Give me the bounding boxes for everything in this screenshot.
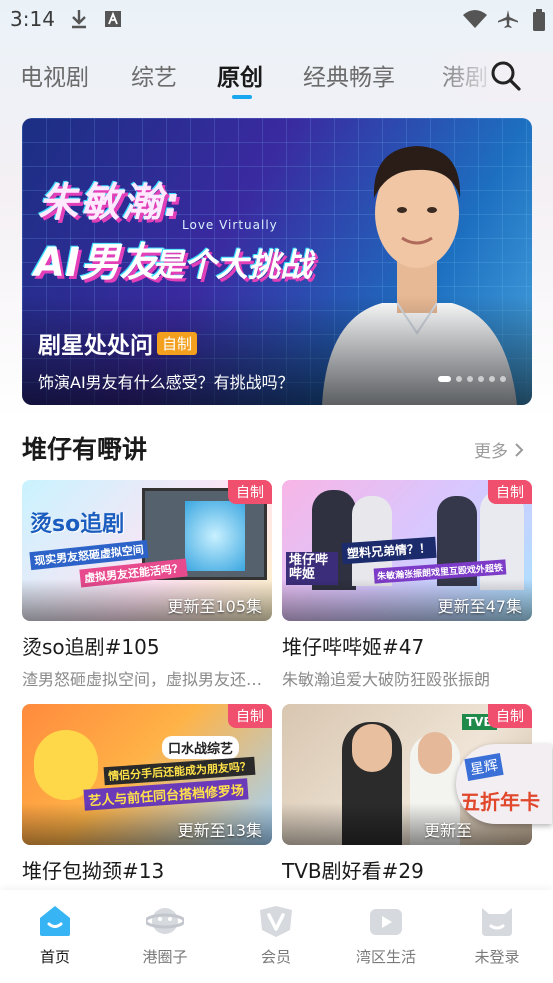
promo-line-1: 星辉 bbox=[464, 753, 504, 781]
pagination-dot[interactable] bbox=[478, 376, 484, 382]
search-button[interactable] bbox=[488, 58, 524, 94]
video-card[interactable]: 口水战综艺 情侣分手后还能成为朋友吗？ 艺人与前任同台搭档修罗场 自制 更新至1… bbox=[22, 704, 272, 890]
pagination-dot[interactable] bbox=[489, 376, 495, 382]
tab-tv-drama[interactable]: 电视剧 bbox=[20, 58, 89, 92]
self-made-badge: 自制 bbox=[488, 704, 532, 728]
nav-profile[interactable]: 未登录 bbox=[442, 890, 552, 983]
episode-count: 更新至47集 bbox=[437, 597, 522, 616]
card-title: TVB剧好看#29 bbox=[282, 859, 424, 883]
status-bar: 3:14 bbox=[0, 0, 553, 38]
card-title: 堆仔哔哔姬#47 bbox=[282, 635, 425, 659]
banner-headline-english: Love Virtually bbox=[182, 218, 278, 232]
self-made-badge: 自制 bbox=[488, 480, 532, 504]
thumbnail-person-face bbox=[352, 724, 392, 772]
active-tab-indicator bbox=[232, 95, 252, 99]
banner-headline-name: 朱敏瀚: bbox=[38, 180, 182, 226]
airplane-icon bbox=[497, 9, 519, 33]
nav-vip[interactable]: 会员 bbox=[221, 890, 331, 983]
home-icon bbox=[40, 906, 70, 936]
status-time: 3:14 bbox=[10, 7, 55, 31]
video-card[interactable]: 烫so追剧 现实男友怒砸虚拟空间 虚拟男友还能活吗？ 自制 更新至105集 烫s… bbox=[22, 480, 272, 690]
self-made-badge: 自制 bbox=[228, 480, 272, 504]
bottom-navigation: 首页 港圈子 会员 湾区生活 未登录 bbox=[0, 890, 553, 983]
card-thumbnail: 塑料兄弟情？！ 朱敏瀚张振朗戏里互殴戏外超铁 堆仔哔哔姬 自制 更新至47集 bbox=[282, 480, 532, 621]
download-icon bbox=[70, 9, 88, 33]
section-title: 堆仔有嘢讲 bbox=[22, 435, 148, 464]
tab-original[interactable]: 原创 bbox=[217, 58, 263, 92]
card-description: 朱敏瀚追爱大破防狂殴张振朗 bbox=[282, 670, 491, 689]
card-description: 渣男怒砸虚拟空间，虚拟男友还能活吗？ bbox=[22, 670, 272, 689]
nav-label: 港圈子 bbox=[142, 948, 188, 966]
banner-title: 剧星处处问 自制 bbox=[38, 326, 198, 360]
a-notification-icon bbox=[104, 9, 122, 33]
episode-count: 更新至 bbox=[424, 821, 473, 840]
thumbnail-effect bbox=[185, 501, 245, 571]
thumbnail-logo: 烫so追剧 bbox=[30, 512, 125, 537]
self-made-tag: 自制 bbox=[157, 331, 198, 355]
nav-hk-circle[interactable]: 港圈子 bbox=[110, 890, 220, 983]
video-icon bbox=[370, 909, 402, 935]
nav-bay-area-life[interactable]: 湾区生活 bbox=[331, 890, 441, 983]
more-label: 更多 bbox=[474, 442, 508, 462]
pagination-dot[interactable] bbox=[438, 376, 451, 382]
pagination-dot[interactable] bbox=[500, 376, 506, 382]
promo-floating-badge[interactable]: 星辉 五折年卡 bbox=[456, 744, 552, 824]
episode-count: 更新至105集 bbox=[167, 597, 262, 616]
nav-home[interactable]: 首页 bbox=[0, 890, 110, 983]
planet-icon bbox=[146, 908, 184, 934]
nav-label: 会员 bbox=[260, 948, 291, 966]
pagination-dot[interactable] bbox=[467, 376, 473, 382]
tab-variety[interactable]: 综艺 bbox=[131, 58, 177, 92]
nav-label: 湾区生活 bbox=[355, 948, 416, 966]
self-made-badge: 自制 bbox=[228, 704, 272, 728]
tab-classics[interactable]: 经典畅享 bbox=[303, 58, 395, 92]
wifi-icon bbox=[462, 9, 488, 33]
nav-label: 首页 bbox=[39, 948, 70, 966]
user-icon bbox=[482, 908, 512, 936]
category-tabs: 电视剧 综艺 原创 经典畅享 港剧 bbox=[0, 52, 553, 102]
banner-pagination bbox=[438, 376, 506, 382]
banner-headline-rest: 是个大挑战 bbox=[152, 246, 313, 284]
video-card[interactable]: 塑料兄弟情？！ 朱敏瀚张振朗戏里互殴戏外超铁 堆仔哔哔姬 自制 更新至47集 堆… bbox=[282, 480, 532, 690]
vip-icon bbox=[260, 906, 292, 937]
thumbnail-person-face bbox=[418, 732, 452, 774]
promo-line-2: 五折年卡 bbox=[460, 790, 540, 814]
banner-headline-ai: AI男友 bbox=[34, 240, 160, 286]
more-link[interactable]: 更多 bbox=[474, 437, 524, 462]
battery-icon bbox=[532, 9, 546, 35]
chevron-right-icon bbox=[515, 442, 524, 457]
banner-description: 饰演AI男友有什么感受？有挑战吗？ bbox=[38, 373, 294, 392]
nav-label: 未登录 bbox=[474, 948, 520, 966]
search-icon bbox=[491, 61, 521, 91]
episode-count: 更新至13集 bbox=[177, 821, 262, 840]
card-title: 堆仔包拗颈#13 bbox=[22, 859, 165, 883]
banner-title-text: 剧星处处问 bbox=[38, 333, 153, 359]
card-title: 烫so追剧#105 bbox=[22, 635, 160, 659]
card-thumbnail: 口水战综艺 情侣分手后还能成为朋友吗？ 艺人与前任同台搭档修罗场 自制 更新至1… bbox=[22, 704, 272, 845]
card-thumbnail: 烫so追剧 现实男友怒砸虚拟空间 虚拟男友还能活吗？ 自制 更新至105集 bbox=[22, 480, 272, 621]
hero-banner[interactable]: 朱敏瀚: Love Virtually AI男友 是个大挑战 剧星处处问 自制 … bbox=[22, 118, 532, 405]
pagination-dot[interactable] bbox=[456, 376, 462, 382]
thumbnail-logo: 口水战综艺 bbox=[162, 736, 240, 759]
